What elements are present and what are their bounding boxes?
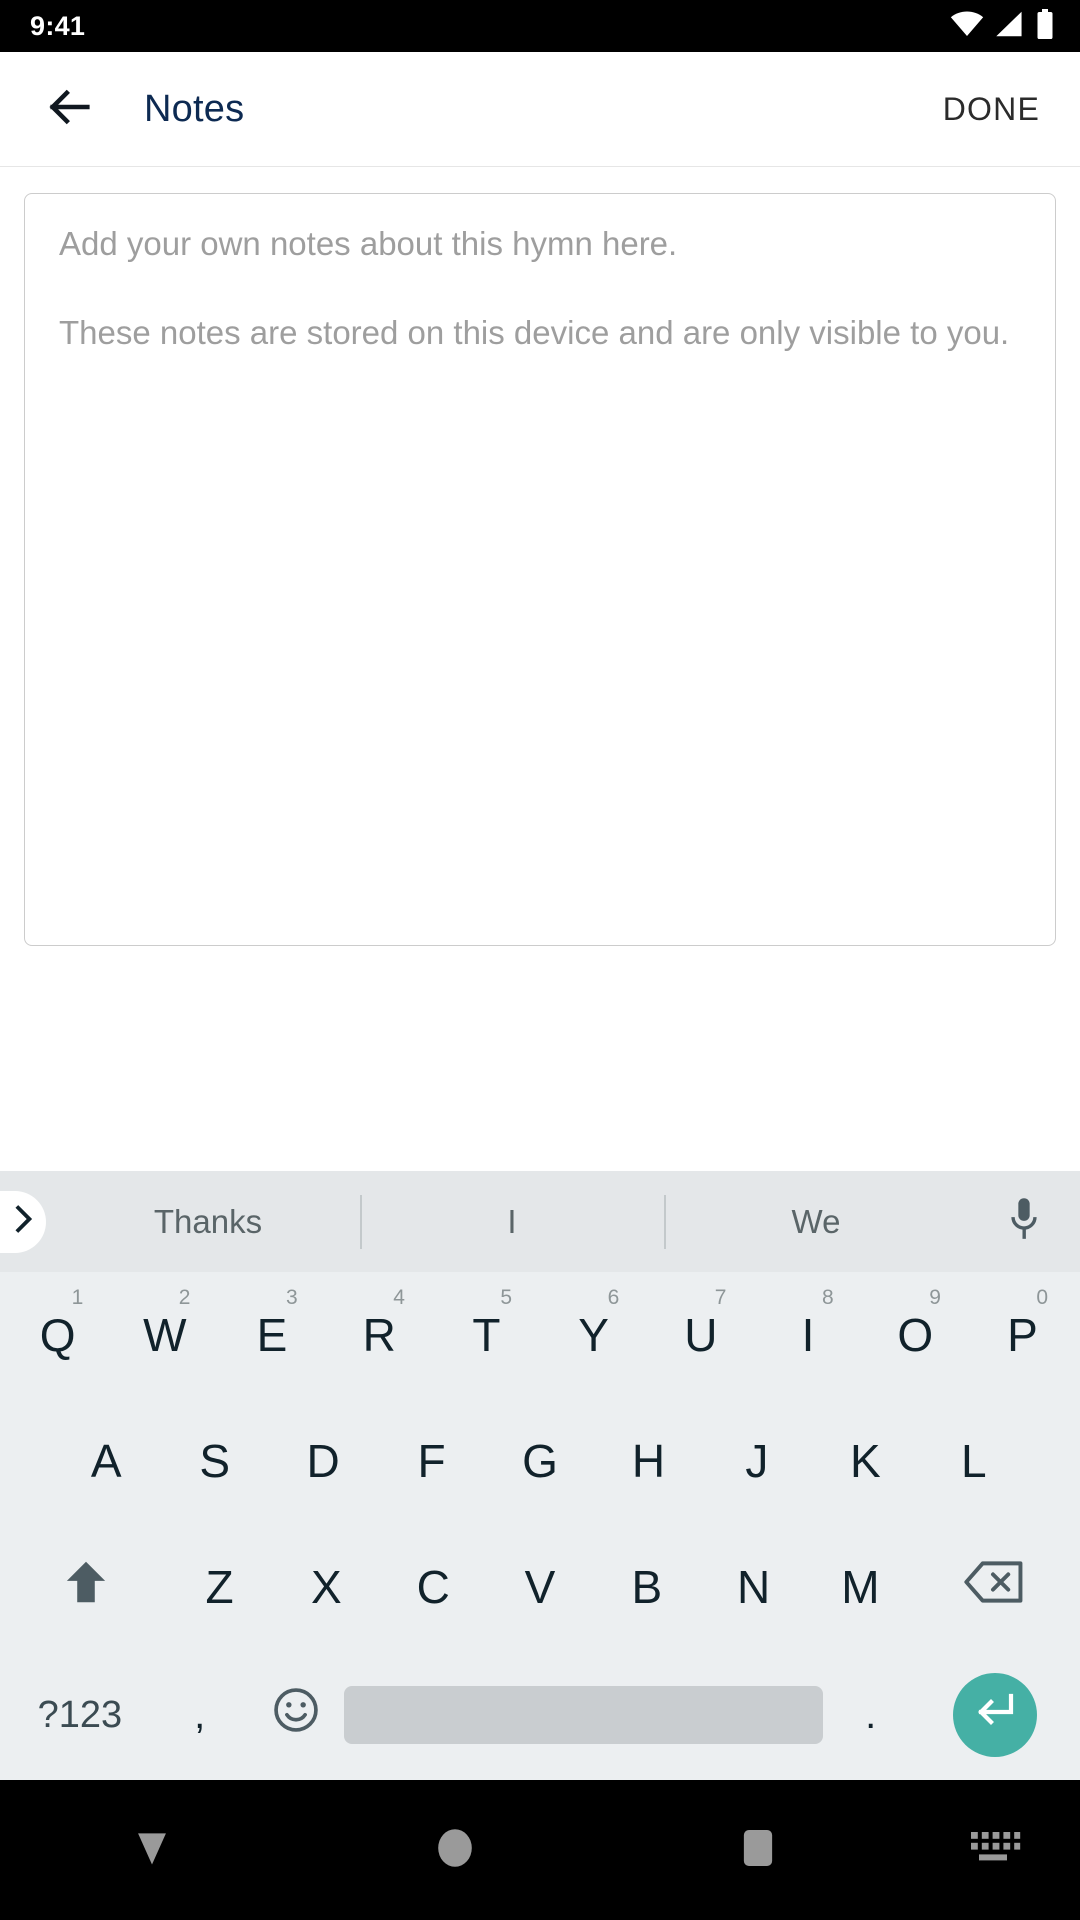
voice-input-button[interactable] (968, 1196, 1080, 1247)
triangle-down-dismiss-icon (130, 1827, 174, 1874)
key-label: T (472, 1309, 501, 1361)
key-y[interactable]: 6Y (540, 1272, 647, 1398)
status-icons (950, 8, 1054, 44)
keyboard-icon (969, 1828, 1021, 1873)
wifi-icon (950, 11, 984, 42)
key-q[interactable]: 1Q (4, 1272, 111, 1398)
notes-content: Add your own notes about this hymn here.… (0, 167, 1080, 1171)
key-t[interactable]: 5T (433, 1272, 540, 1398)
app-screen: 9:41 Notes DONE Add your own notes about… (0, 0, 1080, 1920)
space-key[interactable] (343, 1650, 823, 1780)
enter-key-surface (953, 1673, 1038, 1757)
suggestion-item[interactable]: I (360, 1189, 664, 1255)
key-c[interactable]: C (380, 1524, 487, 1650)
key-g[interactable]: G (486, 1398, 594, 1524)
shift-key[interactable] (6, 1524, 166, 1650)
key-l[interactable]: L (920, 1398, 1028, 1524)
key-m[interactable]: M (807, 1524, 914, 1650)
key-p[interactable]: 0P (969, 1272, 1076, 1398)
status-time: 9:41 (30, 10, 86, 41)
nav-back-button[interactable] (0, 1827, 303, 1874)
enter-return-icon (971, 1686, 1019, 1745)
key-r[interactable]: 4R (326, 1272, 433, 1398)
comma-key[interactable]: , (152, 1650, 248, 1780)
battery-icon (1036, 8, 1054, 44)
suggestion-item[interactable]: Thanks (56, 1189, 360, 1255)
backspace-key[interactable] (914, 1524, 1074, 1650)
page-title: Notes (144, 87, 245, 130)
emoji-smiley-icon (270, 1684, 322, 1747)
period-key[interactable]: . (823, 1650, 919, 1780)
emoji-key[interactable] (248, 1650, 344, 1780)
key-s[interactable]: S (160, 1398, 268, 1524)
key-hint: 5 (500, 1286, 513, 1309)
app-bar: Notes DONE (0, 52, 1080, 167)
chevron-right-icon (10, 1203, 36, 1240)
key-hint: 7 (714, 1286, 727, 1309)
key-u[interactable]: 7U (647, 1272, 754, 1398)
key-x[interactable]: X (273, 1524, 380, 1650)
notes-placeholder-line-2: These notes are stored on this device an… (59, 313, 1010, 351)
key-hint: 8 (822, 1286, 834, 1309)
key-k[interactable]: K (811, 1398, 919, 1524)
suggestion-bar: Thanks I We (0, 1171, 1080, 1272)
enter-key[interactable] (919, 1650, 1072, 1780)
notes-input[interactable]: Add your own notes about this hymn here.… (24, 193, 1056, 946)
suggestion-item[interactable]: We (664, 1189, 968, 1255)
key-f[interactable]: F (377, 1398, 485, 1524)
key-hint: 1 (71, 1286, 84, 1309)
cellular-signal-icon (995, 11, 1025, 42)
key-hint: 9 (929, 1286, 941, 1309)
status-bar: 9:41 (0, 0, 1080, 52)
nav-home-button[interactable] (303, 1826, 606, 1875)
key-n[interactable]: N (700, 1524, 807, 1650)
key-e[interactable]: 3E (218, 1272, 325, 1398)
arrow-left-icon (44, 81, 96, 138)
keyboard-row-1: 1Q 2W 3E 4R 5T 6Y 7U 8I 9O 0P (0, 1272, 1080, 1398)
key-v[interactable]: V (487, 1524, 594, 1650)
suggestion-expand-button[interactable] (0, 1190, 46, 1253)
notes-placeholder-line-1: Add your own notes about this hymn here. (59, 225, 678, 262)
backspace-icon (963, 1557, 1025, 1618)
key-label: E (256, 1309, 288, 1361)
symbols-key[interactable]: ?123 (8, 1650, 152, 1780)
key-label: Y (578, 1309, 609, 1361)
key-a[interactable]: A (52, 1398, 160, 1524)
spacebar-surface (343, 1686, 823, 1744)
key-label: U (684, 1309, 718, 1361)
keyboard-row-3: Z X C V B N M (0, 1524, 1080, 1650)
key-label: R (362, 1309, 396, 1361)
key-hint: 2 (178, 1286, 191, 1309)
nav-recents-button[interactable] (607, 1826, 910, 1875)
key-label: I (801, 1309, 815, 1361)
key-d[interactable]: D (269, 1398, 377, 1524)
key-i[interactable]: 8I (754, 1272, 861, 1398)
key-w[interactable]: 2W (111, 1272, 218, 1398)
key-b[interactable]: B (593, 1524, 700, 1650)
key-hint: 4 (393, 1286, 405, 1309)
key-hint: 0 (1036, 1286, 1049, 1309)
key-j[interactable]: J (703, 1398, 811, 1524)
key-hint: 6 (607, 1286, 620, 1309)
key-label: P (1007, 1309, 1038, 1361)
keyboard-row-4: ?123 , . (0, 1650, 1080, 1780)
key-o[interactable]: 9O (862, 1272, 969, 1398)
key-hint: 3 (285, 1286, 298, 1309)
done-button[interactable]: DONE (939, 81, 1044, 138)
microphone-icon (1007, 1196, 1041, 1247)
key-h[interactable]: H (594, 1398, 702, 1524)
shift-arrow-up-icon (59, 1555, 113, 1620)
keyboard-row-2: A S D F G H J K L (0, 1398, 1080, 1524)
key-label: O (897, 1309, 934, 1361)
key-label: W (143, 1309, 187, 1361)
key-label: Q (39, 1309, 76, 1361)
system-navigation-bar (0, 1780, 1080, 1920)
circle-home-icon (435, 1826, 475, 1875)
suggestion-list: Thanks I We (56, 1189, 968, 1255)
on-screen-keyboard: Thanks I We 1Q 2W 3E 4R 5T 6Y 7 U 8 I 9 … (0, 1171, 1080, 1780)
switch-keyboard-button[interactable] (910, 1828, 1080, 1873)
back-button[interactable] (40, 79, 100, 139)
square-recents-icon (737, 1826, 779, 1875)
key-z[interactable]: Z (166, 1524, 273, 1650)
